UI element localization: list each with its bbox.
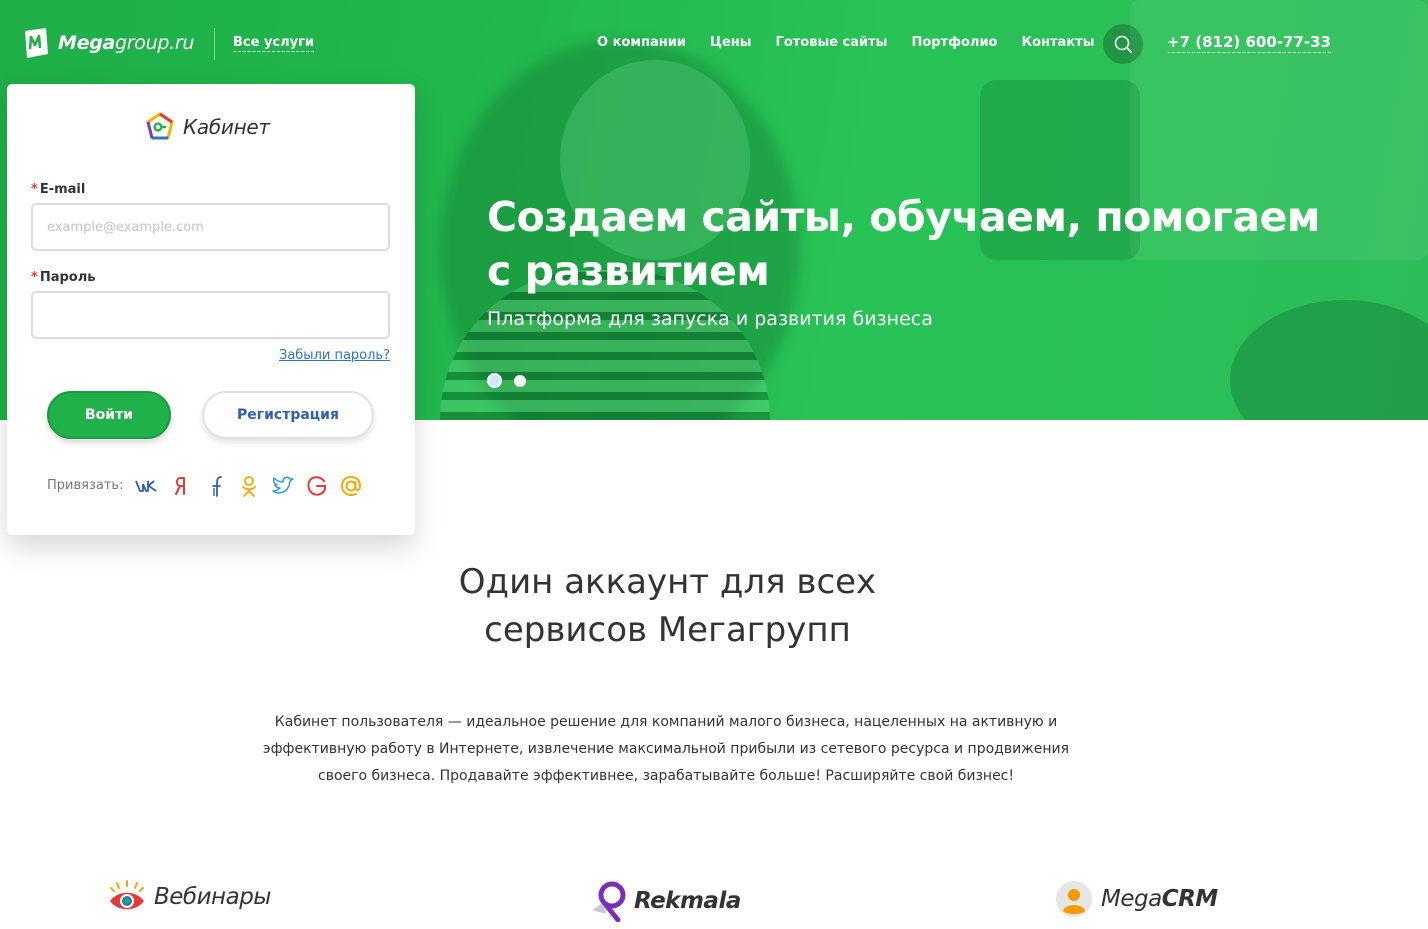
nav-about[interactable]: О компании [597, 35, 686, 50]
password-input[interactable] [31, 291, 390, 339]
service-megacrm[interactable]: MegaCRM [1055, 880, 1218, 918]
slider-dot-2[interactable] [514, 374, 526, 387]
webinars-eye-icon [110, 880, 144, 910]
megacrm-name: MegaCRM [1101, 886, 1218, 912]
hero-subtitle: Платформа для запуска и развития бизнеса [487, 308, 933, 330]
section-headline: Один аккаунт для всех сервисов Мегагрупп [0, 558, 1335, 654]
rekmala-logo-icon [592, 881, 626, 922]
service-rekmala[interactable]: Rekmala [588, 880, 741, 922]
cabinet-logo-icon [146, 112, 174, 140]
email-label: * E-mail [31, 182, 86, 197]
logo-text: Megagroup.ru [58, 32, 195, 54]
login-card: Кабинет *E-mail *Пароль Забыли пароль? В… [7, 84, 415, 535]
twitter-icon[interactable] [271, 474, 295, 498]
google-icon[interactable] [305, 474, 329, 498]
email-input[interactable] [31, 203, 390, 251]
headline-line-2: сервисов Мегагрупп [484, 610, 851, 650]
nav-portfolio[interactable]: Портфолио [911, 35, 997, 50]
rekmala-name: Rekmala [634, 888, 741, 914]
site-logo[interactable]: Megagroup.ru [22, 27, 194, 59]
nav-contacts[interactable]: Контакты [1021, 35, 1094, 50]
nav-prices[interactable]: Цены [710, 35, 752, 50]
social-login-list [135, 474, 373, 498]
megacrm-user-icon [1056, 881, 1092, 917]
forgot-password-link[interactable]: Забыли пароль? [279, 348, 390, 363]
search-button[interactable] [1103, 24, 1143, 64]
facebook-icon[interactable] [203, 474, 227, 498]
nav-ready-sites[interactable]: Готовые сайты [776, 35, 888, 50]
phone-link[interactable]: +7 (812) 600-77-33 [1167, 33, 1331, 53]
cabinet-logo: Кабинет [145, 112, 270, 142]
yandex-icon[interactable] [169, 474, 193, 498]
slider-dots [487, 373, 538, 388]
hero-title: Создаем сайты, обучаем, помогаем с разви… [487, 193, 1320, 295]
password-label: * Пароль [31, 270, 96, 285]
megagroup-logo-icon [25, 28, 48, 58]
service-webinars[interactable]: Вебинары [108, 880, 271, 914]
webinars-name: Вебинары [154, 884, 271, 910]
vk-icon[interactable] [135, 474, 159, 498]
header-divider [214, 28, 215, 60]
register-button[interactable]: Регистрация [202, 391, 374, 439]
section-description: Кабинет пользователя — идеальное решение… [262, 714, 1070, 784]
login-button[interactable]: Войти [47, 391, 171, 439]
bind-social-label: Привязать: [47, 478, 124, 493]
main-nav: О компании Цены Готовые сайты Портфолио … [597, 35, 1118, 50]
odnoklassniki-icon[interactable] [237, 474, 261, 498]
slider-dot-1[interactable] [487, 373, 502, 388]
headline-line-1: Один аккаунт для всех [458, 562, 877, 602]
search-icon [1114, 35, 1132, 53]
cabinet-title: Кабинет [183, 115, 270, 139]
all-services-link[interactable]: Все услуги [233, 35, 315, 52]
mail-ru-icon[interactable] [339, 474, 363, 498]
hero-bg-shape [1230, 300, 1428, 420]
